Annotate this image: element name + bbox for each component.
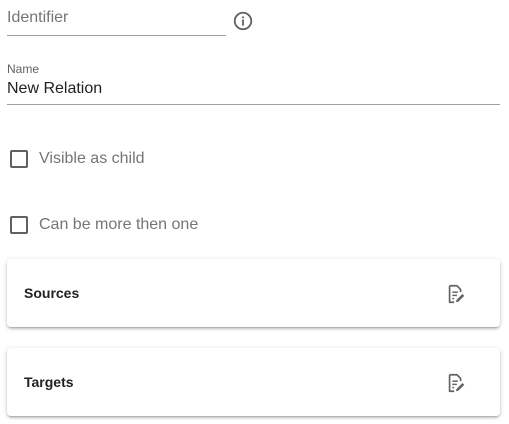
identifier-field[interactable] <box>7 0 226 36</box>
targets-title: Targets <box>24 374 74 390</box>
name-label: Name <box>7 62 40 76</box>
sources-title: Sources <box>24 285 80 301</box>
can-be-more-then-one-label: Can be more then one <box>39 216 199 233</box>
visible-as-child-checkbox-row[interactable]: Visible as child <box>10 148 145 170</box>
sources-card[interactable]: Sources <box>7 259 500 327</box>
name-field[interactable]: Name <box>7 58 500 105</box>
edit-document-icon[interactable] <box>445 283 467 305</box>
visible-as-child-label: Visible as child <box>39 150 145 167</box>
relation-form: Name Visible as child Can be more then o… <box>0 0 509 424</box>
visible-as-child-checkbox[interactable] <box>10 150 28 168</box>
targets-card[interactable]: Targets <box>7 348 500 416</box>
edit-document-icon[interactable] <box>445 372 467 394</box>
name-input[interactable] <box>7 78 500 100</box>
info-icon[interactable] <box>232 10 254 32</box>
can-be-more-then-one-checkbox-row[interactable]: Can be more then one <box>10 214 198 236</box>
identifier-input[interactable] <box>7 8 226 28</box>
can-be-more-then-one-checkbox[interactable] <box>10 216 28 234</box>
